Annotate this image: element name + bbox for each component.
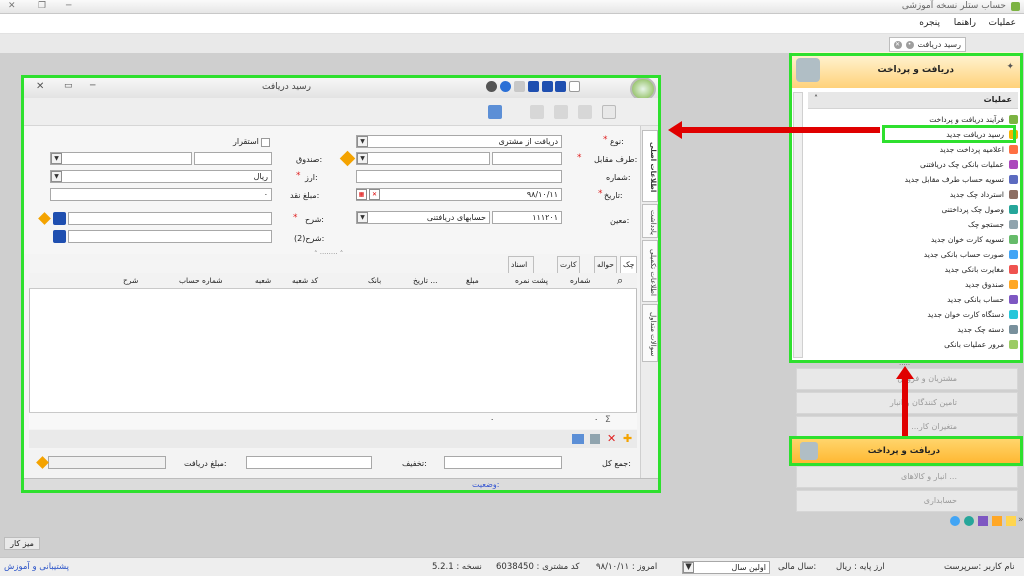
menu-bar: عملیات راهنما پنجره [0,14,1024,34]
fiscal-year-label: سال مالی: [778,562,817,572]
doc-tab-label: رسید دریافت [917,40,962,49]
status-bar: پشتیبانی و آموزش نسخه : 5.2.1 کد مشتری :… [0,557,1024,576]
close-window-icon[interactable]: ✕ [8,1,16,11]
user-text: نام کاربر :سرپرست [944,562,1015,572]
version-text: نسخه : 5.2.1 [432,562,482,572]
today-text: امروز : ۹۸/۱۰/۱۱ [596,562,658,572]
doc-tab-receipt[interactable]: ✕ • رسید دریافت [888,37,966,52]
maximize-window-icon[interactable]: ❐ [38,1,46,11]
fiscal-year-select[interactable]: اولین سال [682,561,770,574]
coins-icon[interactable] [992,516,1002,526]
document-tabs: ✕ • رسید دریافت [0,34,1024,54]
fiscal-year-dropdown-icon[interactable]: ▼ [683,562,694,573]
highlight-active-panel-box [789,436,1023,466]
users-icon[interactable] [978,516,988,526]
more-chevron-icon[interactable]: » [1018,515,1024,525]
app-title-bar: ✕ ❐ ─ حساب ستلر نسخه آموزشی [0,0,1024,14]
base-currency-text: ارز پایه : ریال [836,562,885,572]
arrow-left-head [668,121,682,139]
app-logo-icon [1011,2,1020,11]
highlight-item-box [882,125,1016,143]
world-icon[interactable] [964,516,974,526]
minimize-window-icon[interactable]: ─ [66,1,71,11]
menu-operations[interactable]: عملیات [989,18,1016,28]
tab-pin-icon[interactable]: • [905,40,914,49]
app-title: حساب ستلر نسخه آموزشی [901,1,1006,11]
arrow-left-shaft [682,127,880,133]
panel-accounting[interactable]: حسابداری [796,490,1018,512]
folder-icon[interactable] [1006,516,1016,526]
support-link[interactable]: پشتیبانی و آموزش [4,562,69,572]
panel-inventory[interactable]: انبار و کالاهای ... [796,466,1018,488]
globe-icon[interactable] [950,516,960,526]
menu-help[interactable]: راهنما [954,18,976,28]
arrow-up-shaft [902,378,908,436]
highlight-panel-box [789,53,1023,363]
menu-window[interactable]: پنجره [919,18,940,28]
highlight-window-box [21,75,661,493]
tab-close-icon[interactable]: ✕ [893,40,902,49]
customer-code-text: کد مشتری : 6038450 [496,562,580,572]
arrow-up-head [896,366,914,379]
desk-button[interactable]: میز کار [4,537,40,550]
